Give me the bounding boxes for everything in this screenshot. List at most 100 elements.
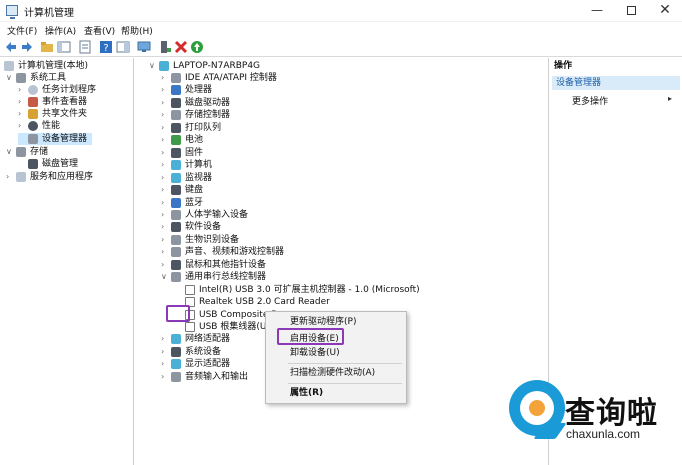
tree-item-event-viewer[interactable]: › 事件查看器 bbox=[18, 96, 132, 108]
expand-toggle-icon[interactable]: › bbox=[161, 134, 169, 146]
context-menu-scan-hardware[interactable]: 扫描检测硬件改动(A) bbox=[290, 367, 375, 380]
uninstall-icon[interactable] bbox=[174, 40, 188, 54]
expand-toggle-icon[interactable]: › bbox=[161, 172, 169, 184]
back-arrow-icon[interactable] bbox=[4, 40, 18, 54]
device-label: 打印队列 bbox=[185, 122, 222, 133]
help-icon[interactable]: ? bbox=[99, 40, 113, 54]
show-hide-icon[interactable] bbox=[116, 40, 130, 54]
monitor-icon[interactable] bbox=[137, 40, 151, 54]
expand-toggle-icon[interactable]: › bbox=[161, 358, 169, 370]
expand-toggle-icon[interactable]: › bbox=[6, 171, 14, 183]
device-category-row[interactable]: › 处理器 bbox=[161, 84, 535, 96]
device-category-row[interactable]: › 存储控制器 bbox=[161, 109, 535, 121]
device-label: 磁盘驱动器 bbox=[185, 97, 231, 108]
device-category-row[interactable]: › 人体学输入设备 bbox=[161, 209, 535, 221]
device-category-row[interactable]: › 打印队列 bbox=[161, 122, 535, 134]
actions-section-device-manager[interactable]: 设备管理器 bbox=[552, 76, 680, 90]
tree-item-task-scheduler[interactable]: › 任务计划程序 bbox=[18, 84, 132, 96]
device-category-row[interactable]: › 监视器 bbox=[161, 172, 535, 184]
disk-drive-icon bbox=[171, 97, 181, 108]
device-category-row[interactable]: › 生物识别设备 bbox=[161, 234, 535, 246]
expand-toggle-icon[interactable]: › bbox=[161, 333, 169, 345]
context-menu-uninstall-device[interactable]: 卸载设备(U) bbox=[290, 347, 340, 360]
expand-toggle-icon[interactable]: ∨ bbox=[6, 72, 14, 84]
device-label: 通用串行总线控制器 bbox=[185, 272, 267, 283]
clock-icon bbox=[28, 85, 38, 95]
console-tree-icon[interactable] bbox=[57, 40, 71, 54]
menu-help[interactable]: 帮助(H) bbox=[121, 24, 153, 37]
expand-toggle-icon[interactable]: › bbox=[161, 209, 169, 221]
computer-management-icon bbox=[4, 61, 14, 71]
device-category-row[interactable]: › 磁盘驱动器 bbox=[161, 97, 535, 109]
expand-toggle-icon[interactable]: › bbox=[161, 246, 169, 258]
expand-toggle-icon[interactable]: › bbox=[161, 97, 169, 109]
menu-action[interactable]: 操作(A) bbox=[45, 24, 76, 37]
device-category-row[interactable]: › 声音、视频和游戏控制器 bbox=[161, 246, 535, 258]
device-category-row[interactable]: › 键盘 bbox=[161, 184, 535, 196]
folder-up-icon[interactable] bbox=[40, 40, 54, 54]
expand-toggle-icon[interactable]: › bbox=[18, 120, 26, 132]
tree-item-computer-management[interactable]: 计算机管理(本地) bbox=[4, 60, 132, 72]
expand-toggle-icon[interactable]: › bbox=[161, 184, 169, 196]
menu-file[interactable]: 文件(F) bbox=[7, 24, 37, 37]
expand-toggle-icon[interactable]: › bbox=[161, 122, 169, 134]
expand-toggle-icon[interactable]: › bbox=[18, 96, 26, 108]
expand-toggle-icon[interactable]: › bbox=[18, 108, 26, 120]
expand-toggle-icon[interactable]: › bbox=[161, 147, 169, 159]
device-tree-root[interactable]: ∨ LAPTOP-N7ARBP4G bbox=[149, 60, 349, 72]
context-menu-properties[interactable]: 属性(R) bbox=[290, 387, 323, 400]
tree-item-label: 系统工具 bbox=[30, 73, 67, 83]
more-actions-link[interactable]: 更多操作 bbox=[572, 94, 608, 107]
expand-toggle-icon[interactable]: › bbox=[161, 371, 169, 383]
minimize-button[interactable]: — bbox=[580, 0, 614, 22]
submenu-arrow-icon[interactable]: ▸ bbox=[668, 94, 672, 103]
device-label: 固件 bbox=[185, 147, 204, 158]
console-tree-pane: 计算机管理(本地) ∨ 系统工具 › 任务计划程序 › 事件查看器 › 共享文件… bbox=[0, 58, 134, 465]
expand-toggle-icon[interactable]: › bbox=[161, 109, 169, 121]
expand-toggle-icon[interactable]: › bbox=[161, 159, 169, 171]
tree-item-shared-folders[interactable]: › 共享文件夹 bbox=[18, 108, 132, 120]
tree-item-services-apps[interactable]: › 服务和应用程序 bbox=[6, 171, 132, 183]
device-category-row[interactable]: › IDE ATA/ATAPI 控制器 bbox=[161, 72, 535, 84]
expand-toggle-icon[interactable]: › bbox=[161, 259, 169, 271]
device-child-row[interactable]: Intel(R) USB 3.0 可扩展主机控制器 - 1.0 (Microso… bbox=[175, 284, 535, 296]
device-category-row[interactable]: › 蓝牙 bbox=[161, 197, 535, 209]
mouse-icon bbox=[171, 259, 181, 270]
device-label: 声音、视频和游戏控制器 bbox=[185, 247, 285, 258]
device-category-row[interactable]: › 鼠标和其他指针设备 bbox=[161, 259, 535, 271]
update-driver-icon[interactable] bbox=[158, 40, 172, 54]
computer-icon bbox=[171, 160, 181, 171]
monitor-icon bbox=[171, 172, 181, 183]
tree-item-disk-management[interactable]: 磁盘管理 bbox=[18, 158, 132, 170]
expand-toggle-icon[interactable]: ∨ bbox=[149, 60, 157, 72]
device-child-row[interactable]: Realtek USB 2.0 Card Reader bbox=[175, 296, 535, 308]
menu-view[interactable]: 查看(V) bbox=[84, 24, 115, 37]
enable-device-icon[interactable] bbox=[190, 40, 204, 54]
forward-arrow-icon[interactable] bbox=[20, 40, 34, 54]
expand-toggle-icon[interactable]: › bbox=[161, 346, 169, 358]
device-label: 音频输入和输出 bbox=[185, 371, 249, 382]
properties-icon[interactable] bbox=[78, 40, 92, 54]
device-label: 电池 bbox=[185, 135, 204, 146]
tree-item-storage[interactable]: ∨ 存储 bbox=[6, 146, 132, 158]
expand-toggle-icon[interactable]: ∨ bbox=[161, 271, 169, 283]
device-category-row[interactable]: › 固件 bbox=[161, 147, 535, 159]
maximize-button[interactable] bbox=[614, 0, 648, 22]
expand-toggle-icon[interactable]: › bbox=[161, 197, 169, 209]
tree-item-device-manager[interactable]: 设备管理器 bbox=[18, 133, 92, 145]
expand-toggle-icon[interactable]: › bbox=[18, 84, 26, 96]
device-category-row[interactable]: › 电池 bbox=[161, 134, 535, 146]
close-button[interactable]: ✕ bbox=[648, 0, 682, 22]
expand-toggle-icon[interactable]: › bbox=[161, 72, 169, 84]
device-category-row[interactable]: › 计算机 bbox=[161, 159, 535, 171]
expand-toggle-icon[interactable]: › bbox=[161, 234, 169, 246]
expand-toggle-icon[interactable]: › bbox=[161, 84, 169, 96]
tree-item-system-tools[interactable]: ∨ 系统工具 bbox=[6, 72, 132, 84]
device-category-row[interactable]: › 软件设备 bbox=[161, 221, 535, 233]
device-category-row[interactable]: ∨ 通用串行总线控制器 bbox=[161, 271, 535, 283]
tree-item-performance[interactable]: › 性能 bbox=[18, 120, 132, 132]
hid-icon bbox=[171, 209, 181, 220]
expand-toggle-icon[interactable]: › bbox=[161, 221, 169, 233]
expand-toggle-icon[interactable]: ∨ bbox=[6, 146, 14, 158]
actions-header: 操作 bbox=[554, 61, 573, 71]
